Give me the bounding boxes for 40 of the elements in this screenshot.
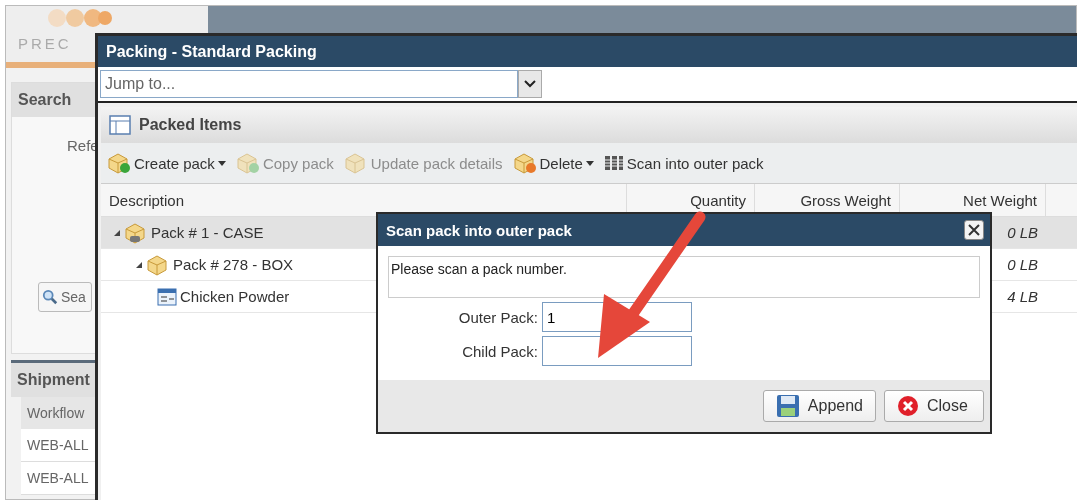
box-icon (343, 152, 368, 174)
message-text: Please scan a pack number. (391, 261, 567, 277)
net-weight: 0 LB (1007, 224, 1038, 241)
form-icon (157, 287, 177, 306)
jump-to-field[interactable]: Jump to... (100, 70, 518, 98)
input-field[interactable] (542, 336, 692, 366)
dialog-button[interactable]: Close (884, 390, 984, 422)
row-label: Pack # 1 - CASE (151, 224, 264, 241)
dots-logo-icon (48, 9, 112, 27)
dialog-title: Scan pack into outer pack (386, 221, 572, 239)
bars-icon (603, 155, 624, 171)
search-icon (42, 289, 58, 305)
box-icon (512, 152, 537, 174)
search-button[interactable]: Sea (38, 282, 92, 312)
expand-triangle-icon[interactable] (135, 260, 143, 269)
panel-title: Search (12, 83, 98, 117)
panel-icon (109, 115, 131, 135)
row-label: Pack # 278 - BOX (173, 256, 294, 273)
panel-title: Packed Items (139, 116, 242, 134)
box-icon (107, 152, 131, 174)
box-icon (235, 152, 260, 174)
chevron-down-icon (524, 80, 536, 88)
toolbar-button[interactable]: Scan into outer pack (603, 154, 764, 172)
close-icon (897, 395, 919, 417)
close-button[interactable] (964, 220, 984, 240)
dropdown-button[interactable] (518, 70, 542, 98)
row-label: Chicken Powder (180, 288, 290, 305)
toolbar-button[interactable]: Delete (512, 152, 594, 174)
dialog-button[interactable]: Append (762, 390, 876, 422)
logo-text: PREC (18, 35, 72, 52)
field-label: Outer Pack: (457, 308, 539, 326)
expand-triangle-icon[interactable] (113, 228, 121, 237)
field-label: Child Pack: (461, 342, 539, 360)
box-icon (146, 253, 170, 276)
toolbar-button[interactable]: Create pack (107, 152, 226, 174)
net-weight: 4 LB (1007, 288, 1038, 305)
case-icon (124, 221, 148, 244)
close-icon (968, 224, 980, 236)
net-weight: 0 LB (1007, 256, 1038, 273)
window-title: Packing - Standard Packing (98, 36, 1077, 67)
